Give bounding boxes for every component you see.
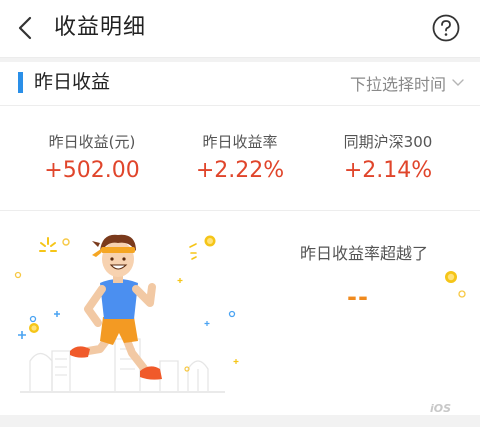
time-picker-dropdown[interactable]: 下拉选择时间 xyxy=(350,68,464,98)
beat-label: 昨日收益率超越了 xyxy=(300,244,429,263)
stat-label: 昨日收益(元) xyxy=(48,133,136,151)
beat-panel: 昨日收益率超越了 -- xyxy=(0,211,480,415)
section-bar: 昨日收益 下拉选择时间 xyxy=(0,62,480,106)
city-outline xyxy=(29,338,209,391)
chevron-down-icon xyxy=(452,79,464,86)
coin-decorations xyxy=(445,271,466,298)
running-man-illustration xyxy=(14,234,239,393)
stat-yesterday-earnings: 昨日收益(元) +502.00 xyxy=(12,132,172,187)
section-title: 昨日收益 xyxy=(34,71,111,93)
back-button[interactable] xyxy=(12,13,42,43)
stat-value: +502.00 xyxy=(44,158,140,183)
bottom-divider xyxy=(0,415,480,427)
section-accent-bar xyxy=(18,72,23,93)
stat-yesterday-return-rate: 昨日收益率 +2.22% xyxy=(160,132,320,187)
page-title: 收益明细 xyxy=(54,15,147,40)
stats-row: 昨日收益(元) +502.00 昨日收益率 +2.22% 同期沪深300 +2.… xyxy=(0,106,480,211)
stat-label: 同期沪深300 xyxy=(343,133,433,151)
stat-label: 昨日收益率 xyxy=(202,133,278,151)
header: 收益明细 xyxy=(0,0,480,58)
stat-value: +2.14% xyxy=(343,158,433,183)
watermark-logo: iOS xyxy=(430,402,452,415)
question-circle-icon xyxy=(432,14,460,42)
beat-value: -- xyxy=(347,283,369,311)
help-button[interactable] xyxy=(431,13,461,43)
chevron-left-icon xyxy=(18,16,32,40)
runner-figure xyxy=(70,234,162,380)
stat-csi300-same-period: 同期沪深300 +2.14% xyxy=(308,132,468,187)
stat-value: +2.22% xyxy=(195,158,285,183)
time-picker-label: 下拉选择时间 xyxy=(349,75,446,94)
